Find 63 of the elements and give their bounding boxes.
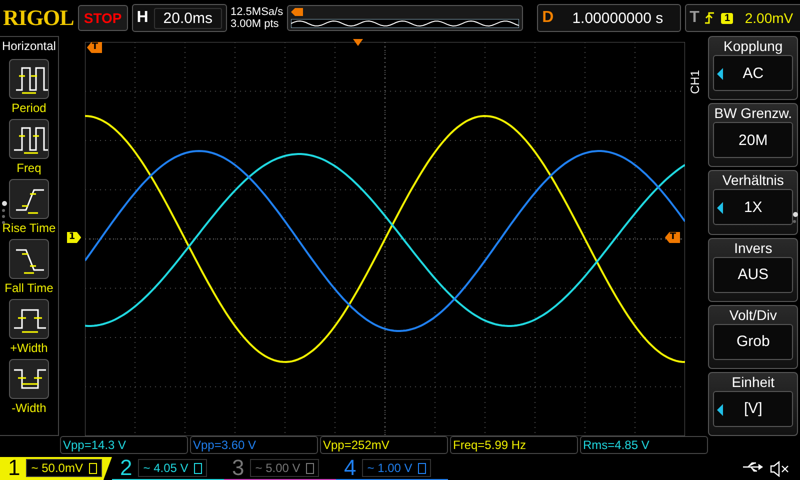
- measure-button[interactable]: [8, 119, 49, 159]
- setting-value-button[interactable]: 20M: [713, 122, 794, 158]
- run-state-button[interactable]: STOP: [78, 5, 128, 31]
- setting-title: Verhältnis: [722, 171, 784, 190]
- setting-title: Einheit: [732, 372, 775, 391]
- channel-number: 2: [120, 455, 132, 480]
- measurement-readout: Freq=5.99 Hz: [450, 436, 578, 454]
- measure-label: Freq: [16, 161, 42, 175]
- setting-title: Kopplung: [724, 37, 783, 55]
- setting-title: Volt/Div: [729, 306, 777, 324]
- trigger-point-icon: [352, 39, 363, 46]
- measure-button[interactable]: [8, 239, 49, 279]
- trigger-channel: 1: [721, 12, 733, 24]
- menu-title: Horizontal: [2, 38, 56, 55]
- channel-scale: ~ 4.05 V: [138, 459, 208, 477]
- setting-title: Invers: [734, 238, 772, 257]
- trigger-position-icon: [291, 8, 304, 16]
- channel-label: CH1: [688, 70, 702, 94]
- measurement-readout: Vpp=3.60 V: [190, 436, 318, 454]
- channel-offset-marker: 1: [66, 232, 82, 243]
- rising-edge-icon: [705, 11, 716, 25]
- channel-tab[interactable]: 1 ~ 50.0mV: [0, 457, 112, 480]
- setting-value-button[interactable]: AUS: [713, 256, 794, 293]
- measure-button[interactable]: [8, 59, 49, 99]
- channel-tab[interactable]: 2 ~ 4.05 V: [112, 457, 224, 480]
- measurement-readout: Vpp=252mV: [320, 436, 448, 454]
- measure-button[interactable]: [8, 179, 49, 219]
- channel-tab[interactable]: 3 ~ 5.00 V: [224, 457, 336, 480]
- setting-title: BW Grenzw.: [714, 104, 792, 122]
- measure-button[interactable]: [8, 299, 49, 339]
- measure-label: +Width: [10, 341, 48, 355]
- trigger-field[interactable]: T 1 2.00mV: [684, 4, 800, 32]
- setting-value-button[interactable]: Grob: [713, 324, 794, 360]
- delay-value: 1.00000000 s: [571, 10, 664, 26]
- measurement-readout: Rms=4.85 V: [580, 436, 708, 454]
- measure-label: Period: [12, 101, 46, 115]
- channel-scale: ~ 1.00 V: [362, 459, 432, 477]
- setting-value-button[interactable]: [V]: [713, 390, 794, 427]
- usb-icon: [742, 461, 764, 473]
- channel-scale: ~ 50.0mV: [26, 459, 102, 477]
- setting-value-button[interactable]: 1X: [713, 189, 794, 226]
- measure-label: Fall Time: [4, 281, 54, 295]
- channel-number: 4: [344, 455, 356, 480]
- measure-label: Rise Time: [2, 221, 56, 235]
- measurement-readout: Vpp=14.3 V: [60, 436, 188, 454]
- delay-field[interactable]: D 1.00000000 s: [537, 4, 681, 32]
- channel-scale: ~ 5.00 V: [250, 459, 320, 477]
- timebase-field[interactable]: H 20.0ms: [132, 4, 226, 32]
- brand-logo: RIGOL: [3, 5, 74, 31]
- memory-depth: 3.00M pts: [230, 18, 280, 30]
- timebase-value: 20.0ms: [154, 8, 222, 28]
- channel-number: 3: [232, 455, 244, 480]
- trigger-label: T: [690, 9, 700, 27]
- setting-value-button[interactable]: AC: [713, 55, 794, 91]
- channel-tab[interactable]: 4 ~ 1.00 V: [336, 457, 448, 480]
- measure-label: -Width: [12, 401, 46, 415]
- measure-button[interactable]: [8, 359, 49, 399]
- speaker-muted-icon: [770, 461, 790, 477]
- timebase-label: H: [136, 9, 148, 27]
- delay-label: D: [542, 9, 554, 27]
- sample-rate: 12.5MSa/s: [230, 6, 284, 18]
- trigger-level: 2.00mV: [744, 10, 794, 26]
- channel-number: 1: [8, 455, 20, 480]
